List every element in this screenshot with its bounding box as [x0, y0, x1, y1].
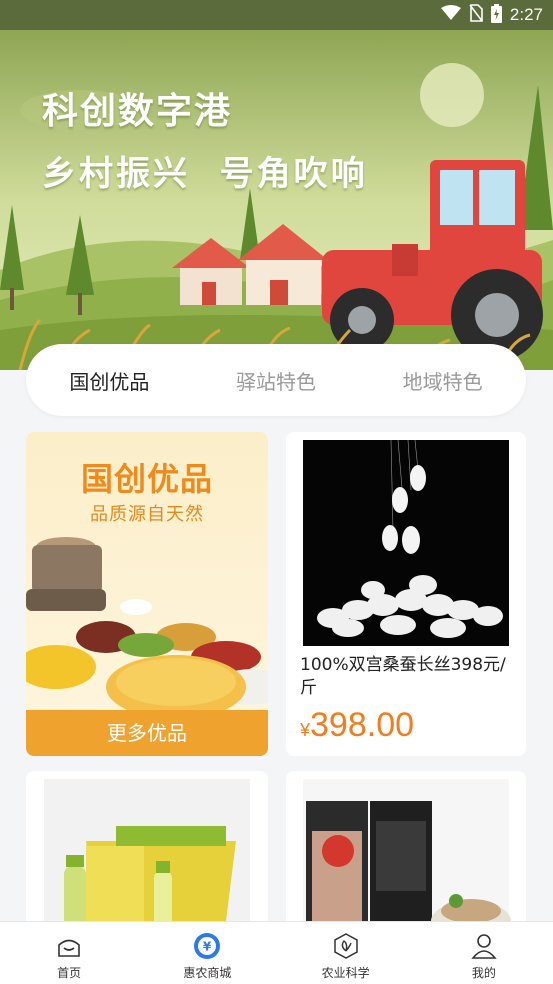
product-image [303, 440, 509, 646]
product-card[interactable] [26, 771, 268, 941]
banner-subtitle: 乡村振兴 号角吹响 [42, 154, 368, 194]
grains-image [26, 537, 268, 712]
promo-subtitle: 品质源自天然 [90, 504, 204, 525]
nav-home[interactable]: 首页 [0, 922, 138, 984]
bottom-nav: 首页 ¥ 惠农商城 农业科学 我的 [0, 921, 553, 984]
nav-mall[interactable]: ¥ 惠农商城 [138, 922, 276, 984]
promo-card[interactable]: 国创优品 品质源自天然 更多优品 [26, 432, 268, 756]
nav-mall-label: 惠农商城 [183, 966, 232, 980]
nav-agri-science[interactable]: 农业科学 [277, 922, 415, 984]
svg-text:¥: ¥ [203, 940, 212, 954]
hero-banner[interactable]: 科创数字港 乡村振兴 号角吹响 [0, 30, 553, 370]
status-time: 2:27 [509, 5, 543, 24]
product-card[interactable]: 100%双宫桑蚕长丝398元/斤 ¥398.00 [286, 432, 526, 756]
banner-title: 科创数字港 [42, 91, 233, 132]
price-currency: ¥ [300, 720, 311, 740]
home-icon [55, 932, 83, 960]
promo-title: 国创优品 [80, 460, 213, 498]
tab-yizhan[interactable]: 驿站特色 [226, 360, 326, 401]
wifi-icon [440, 5, 461, 25]
more-products-button[interactable]: 更多优品 [26, 710, 268, 756]
nav-agri-science-label: 农业科学 [321, 966, 370, 980]
battery-icon [490, 3, 502, 27]
product-image [44, 779, 250, 941]
nav-home-label: 首页 [57, 966, 82, 980]
product-card[interactable] [286, 771, 526, 941]
no-sim-icon [469, 4, 483, 26]
user-icon [470, 932, 498, 960]
product-image [303, 779, 511, 941]
product-name: 100%双宫桑蚕长丝398元/斤 [300, 655, 506, 698]
category-tabs: 国创优品 驿站特色 地域特色 [26, 344, 526, 416]
yuan-coin-icon: ¥ [193, 932, 221, 960]
price-value: 398.00 [310, 706, 415, 744]
product-price: ¥398.00 [300, 706, 414, 745]
leaf-hexagon-icon [332, 932, 360, 960]
nav-profile-label: 我的 [471, 966, 496, 980]
tab-guochuang[interactable]: 国创优品 [59, 360, 159, 401]
status-bar: 2:27 [0, 0, 553, 30]
nav-profile[interactable]: 我的 [415, 922, 553, 984]
banner-illustration [0, 30, 553, 370]
status-icons: 2:27 [440, 3, 543, 27]
tab-diyu[interactable]: 地域特色 [393, 360, 493, 401]
